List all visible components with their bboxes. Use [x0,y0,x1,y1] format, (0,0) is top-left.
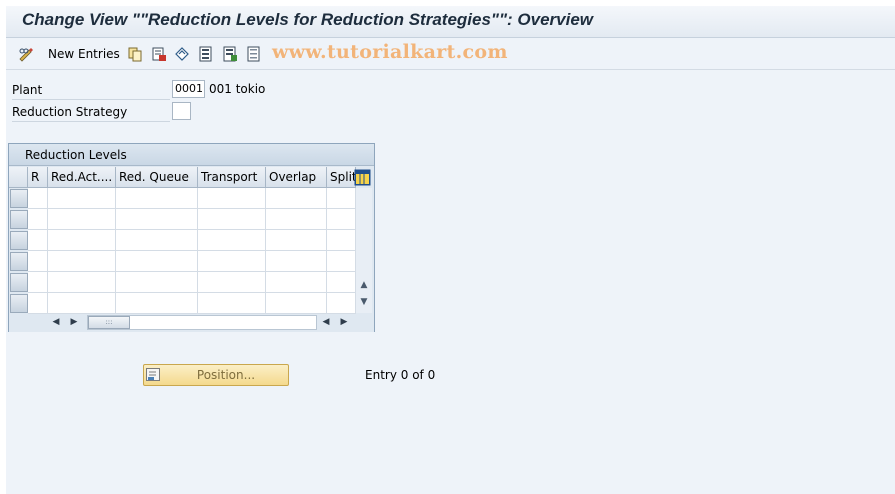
copy-icon [128,47,142,62]
table-cell[interactable] [116,188,198,209]
position-button[interactable]: Position... [143,364,289,386]
reduction-strategy-label: Reduction Strategy [12,102,170,122]
table-cell[interactable] [327,188,356,209]
delete-button[interactable] [151,45,167,63]
table-cell[interactable] [28,272,48,293]
table-title: Reduction Levels [9,144,374,166]
table-cell[interactable] [116,209,198,230]
table-cell[interactable] [28,209,48,230]
table-settings-icon[interactable] [354,169,371,186]
table-cell[interactable] [198,209,266,230]
deselect-all-icon [247,46,260,62]
table-cell[interactable] [266,251,327,272]
table-cell[interactable] [28,251,48,272]
table-cell[interactable] [48,230,116,251]
table-cell[interactable] [266,272,327,293]
plant-label: Plant [12,80,170,100]
select-all-icon [199,46,212,62]
title-bar: Change View ""Reduction Levels for Reduc… [6,6,895,38]
column-header-red-act[interactable]: Red.Act.... [48,167,116,188]
select-block-icon [223,46,237,62]
row-selector[interactable] [10,273,28,292]
select-block-button[interactable] [222,45,238,63]
table-cell[interactable] [327,293,356,314]
table-cell[interactable] [198,272,266,293]
scroll-up-icon[interactable]: ▲ [356,277,372,293]
undo-change-button[interactable] [174,45,190,63]
table-cell[interactable] [28,293,48,314]
table-cell[interactable] [266,230,327,251]
table-cell[interactable] [198,188,266,209]
scroll-left-end-icon[interactable]: ◀ [319,315,333,330]
table-cell[interactable] [266,293,327,314]
watermark-text: www.tutorialkart.com [272,41,508,63]
table-cell[interactable] [48,251,116,272]
table-cell[interactable] [198,293,266,314]
row-selector[interactable] [10,189,28,208]
scroll-right-end-icon[interactable]: ▶ [337,315,351,330]
position-icon [146,368,160,381]
table-cell[interactable] [116,230,198,251]
reduction-strategy-field[interactable] [172,102,191,120]
table-cell[interactable] [28,188,48,209]
scroll-left-icon[interactable]: ◀ [49,315,63,330]
page-title: Change View ""Reduction Levels for Reduc… [22,10,594,29]
table-cell[interactable] [48,272,116,293]
scroll-down-icon[interactable]: ▼ [356,294,372,310]
table-cell[interactable] [116,293,198,314]
table-cell[interactable] [327,272,356,293]
undo-change-icon [175,47,189,61]
table-cell[interactable] [266,188,327,209]
table-cell[interactable] [327,209,356,230]
reduction-levels-table: Reduction Levels R Red.Act.... Red. Queu… [8,143,375,332]
select-all-button[interactable] [198,45,214,63]
table-cell[interactable] [48,188,116,209]
copy-button[interactable] [127,45,143,63]
plant-description: 001 tokio [209,82,266,96]
horizontal-scrollbar[interactable]: ◀ ▶ ::: ◀ ▶ [9,314,374,332]
row-selector[interactable] [10,294,28,313]
column-header-overlap[interactable]: Overlap [266,167,327,188]
column-header-split[interactable]: Split [327,167,356,188]
entry-count-text: Entry 0 of 0 [365,368,436,382]
vertical-scrollbar[interactable]: ▲ ▼ [356,188,372,313]
new-entries-label: New Entries [48,47,120,61]
position-label: Position... [196,368,256,382]
row-selector[interactable] [10,252,28,271]
table-cell[interactable] [327,230,356,251]
edit-glasses-icon [19,48,33,62]
table-cell[interactable] [327,251,356,272]
new-entries-button[interactable]: New Entries [42,45,120,63]
column-header-r[interactable]: R [28,167,48,188]
select-all-rows-corner[interactable] [9,167,28,188]
delete-icon [152,47,166,61]
plant-field[interactable]: 0001 [172,80,205,98]
display-change-button[interactable] [18,45,34,63]
scroll-right-icon[interactable]: ▶ [67,315,81,330]
table-cell[interactable] [28,230,48,251]
table-cell[interactable] [116,251,198,272]
table-cell[interactable] [198,230,266,251]
table-cell[interactable] [198,251,266,272]
horizontal-scroll-track[interactable]: ::: [87,315,317,330]
deselect-all-button[interactable] [246,45,262,63]
row-selector[interactable] [10,231,28,250]
column-header-transport[interactable]: Transport [198,167,266,188]
table-cell[interactable] [266,209,327,230]
horizontal-scroll-thumb[interactable]: ::: [88,316,130,329]
table-cell[interactable] [48,209,116,230]
table-cell[interactable] [48,293,116,314]
table-cell[interactable] [116,272,198,293]
column-header-red-queue[interactable]: Red. Queue [116,167,198,188]
row-selector[interactable] [10,210,28,229]
